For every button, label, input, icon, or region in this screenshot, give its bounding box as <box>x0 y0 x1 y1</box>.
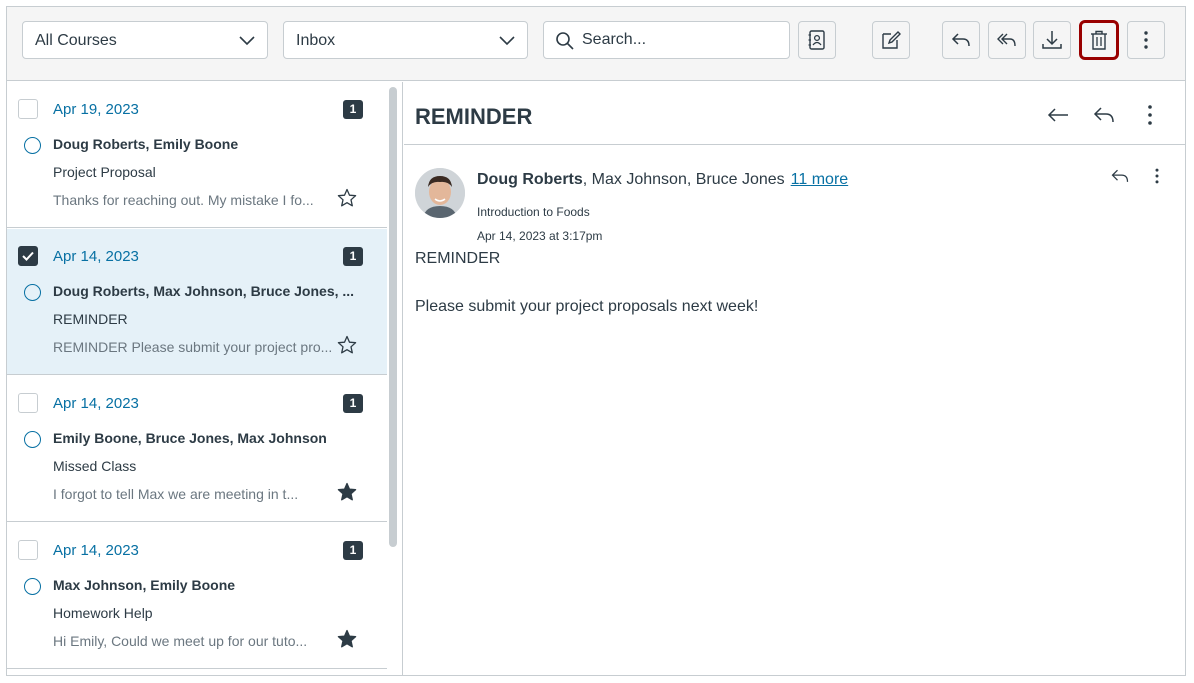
inbox-window: All Courses Inbox Search... Apr 19, 2023… <box>6 6 1186 676</box>
reply-icon <box>951 33 970 47</box>
conversation-item[interactable]: Apr 14, 2023 1 Emily Boone, Bruce Jones,… <box>7 376 387 522</box>
trash-icon <box>1091 30 1107 50</box>
conversation-participants: Emily Boone, Bruce Jones, Max Johnson <box>53 430 327 446</box>
delete-button[interactable] <box>1079 20 1119 60</box>
conversation-participants: Max Johnson, Emily Boone <box>53 577 236 593</box>
star-filled-icon[interactable] <box>337 629 357 649</box>
search-box <box>543 21 790 59</box>
course-filter-select[interactable]: All Courses <box>22 21 268 59</box>
message-pane: REMINDER Doug Roberts, Max Johnson, Bruc… <box>404 82 1185 675</box>
chevron-down-icon <box>499 36 515 46</box>
conversation-date: Apr 14, 2023 <box>53 395 139 412</box>
mailbox-value: Inbox <box>296 32 336 49</box>
address-book-button[interactable] <box>798 21 836 59</box>
conversation-date: Apr 14, 2023 <box>53 248 139 265</box>
conversation-preview: Hi Emily, Could we meet up for our tuto.… <box>53 633 308 649</box>
message-body: Please submit your project proposals nex… <box>415 298 759 315</box>
message-subject: REMINDER <box>415 250 501 267</box>
download-icon <box>1042 31 1062 49</box>
conversation-list: Apr 19, 2023 1 Doug Roberts, Emily Boone… <box>7 82 403 675</box>
conversation-item[interactable]: Apr 14, 2023 1 Max Johnson, Emily Boone … <box>7 523 387 669</box>
star-outline-icon[interactable] <box>337 335 357 355</box>
more-options-button[interactable] <box>1127 21 1165 59</box>
conversation-preview: Thanks for reaching out. My mistake I fo… <box>53 192 314 208</box>
conversation-date: Apr 19, 2023 <box>53 101 139 118</box>
unread-toggle-icon[interactable] <box>24 431 41 448</box>
sender-avatar <box>415 168 465 218</box>
inbox-toolbar: All Courses Inbox <box>7 7 1185 81</box>
unread-toggle-icon[interactable] <box>24 578 41 595</box>
compose-icon <box>882 31 901 49</box>
checkmark-icon <box>22 251 34 261</box>
recipient-names: , Max Johnson, Bruce Jones <box>582 171 785 188</box>
conversation-date: Apr 14, 2023 <box>53 542 139 559</box>
star-filled-icon[interactable] <box>337 482 357 502</box>
reply-all-button[interactable] <box>988 21 1026 59</box>
message-participants: Doug Roberts, Max Johnson, Bruce Jones 11… <box>477 171 848 189</box>
conversation-participants: Doug Roberts, Max Johnson, Bruce Jones, … <box>53 283 355 299</box>
conversation-subject: Missed Class <box>53 458 137 474</box>
message-timestamp: Apr 14, 2023 at 3:17pm <box>477 229 603 243</box>
unread-toggle-icon[interactable] <box>24 137 41 154</box>
reply-all-icon <box>997 33 1016 47</box>
conversation-preview: REMINDER Please submit your project pro.… <box>53 339 333 355</box>
mailbox-select[interactable]: Inbox <box>283 21 528 59</box>
search-input[interactable] <box>582 30 782 50</box>
list-scrollbar[interactable] <box>389 87 397 547</box>
select-checkbox[interactable] <box>18 246 38 266</box>
compose-button[interactable] <box>872 21 910 59</box>
message-count-badge: 1 <box>343 541 363 560</box>
select-checkbox[interactable] <box>18 540 38 560</box>
conversation-header: REMINDER <box>404 82 1185 145</box>
message-count-badge: 1 <box>343 394 363 413</box>
kebab-icon[interactable] <box>1138 103 1162 127</box>
conversation-subject: Homework Help <box>53 605 153 621</box>
search-icon <box>556 32 574 50</box>
conversation-preview: I forgot to tell Max we are meeting in t… <box>53 486 299 502</box>
star-outline-icon[interactable] <box>337 188 357 208</box>
reply-icon[interactable] <box>1110 166 1130 186</box>
course-name: Introduction to Foods <box>477 205 590 219</box>
conversation-title: REMINDER <box>415 104 533 129</box>
reply-button[interactable] <box>942 21 980 59</box>
avatar-image <box>415 168 465 218</box>
conversation-item[interactable]: Apr 14, 2023 1 Doug Roberts, Max Johnson… <box>7 229 387 375</box>
message-count-badge: 1 <box>343 247 363 266</box>
conversation-item[interactable]: Apr 19, 2023 1 Doug Roberts, Emily Boone… <box>7 82 387 228</box>
more-recipients-link[interactable]: 11 more <box>791 171 849 188</box>
address-book-icon <box>808 30 825 50</box>
conversation-subject: Project Proposal <box>53 164 156 180</box>
message-count-badge: 1 <box>343 100 363 119</box>
select-checkbox[interactable] <box>18 393 38 413</box>
unread-toggle-icon[interactable] <box>24 284 41 301</box>
kebab-icon <box>1144 31 1148 49</box>
chevron-down-icon <box>239 36 255 46</box>
archive-button[interactable] <box>1033 21 1071 59</box>
kebab-icon[interactable] <box>1147 166 1167 186</box>
course-filter-value: All Courses <box>35 32 117 49</box>
sender-name: Doug Roberts <box>477 171 583 188</box>
conversation-participants: Doug Roberts, Emily Boone <box>53 136 239 152</box>
reply-icon[interactable] <box>1092 103 1116 127</box>
select-checkbox[interactable] <box>18 99 38 119</box>
back-arrow-icon[interactable] <box>1046 103 1070 127</box>
conversation-subject: REMINDER <box>53 311 128 327</box>
